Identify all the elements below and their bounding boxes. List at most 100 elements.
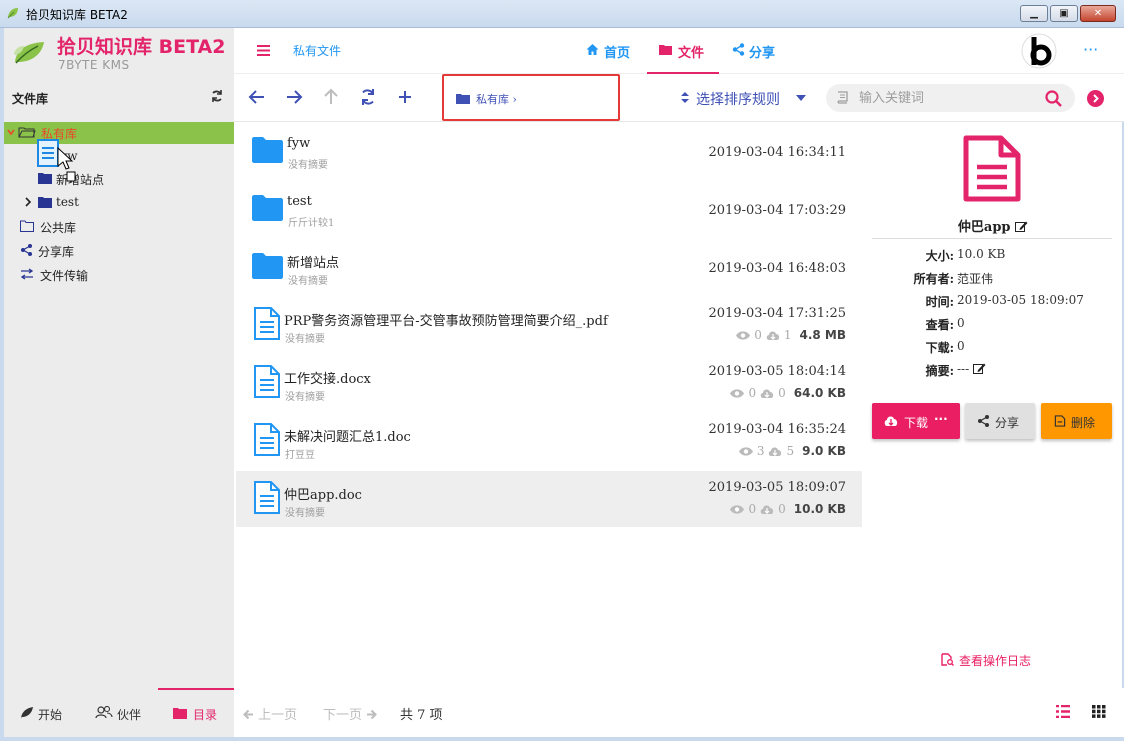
delete-button[interactable]: 删除 — [1041, 403, 1112, 439]
download-button[interactable]: 下载 ··· — [872, 403, 960, 439]
share-icon — [978, 415, 989, 427]
folder-icon — [38, 197, 52, 208]
refresh-tree-icon[interactable] — [210, 89, 224, 103]
file-summary: 打豆豆 — [285, 450, 315, 461]
brand-leaf-logo — [14, 42, 44, 64]
search-icon[interactable] — [1045, 90, 1062, 107]
tab-share[interactable]: 分享 — [732, 28, 784, 74]
users-icon — [95, 706, 113, 719]
next-circle-icon[interactable] — [1087, 90, 1104, 107]
tab-partners[interactable]: 伙伴 — [81, 688, 158, 737]
download-count: 0 — [778, 386, 786, 400]
chevron-down-icon — [796, 95, 806, 101]
eye-icon — [730, 388, 745, 398]
folder-open-icon — [18, 127, 36, 138]
page-title: 私有文件 — [293, 44, 342, 58]
detail-field-summary: 摘要: --- — [862, 362, 1124, 382]
grid-view-icon[interactable] — [1092, 705, 1106, 718]
cloud-download-icon — [769, 446, 782, 456]
menu-icon[interactable] — [257, 45, 270, 56]
share-button[interactable]: 分享 — [965, 403, 1035, 439]
file-row[interactable]: 未解决问题汇总1.doc 打豆豆 2019-03-04 16:35:24 3 5… — [236, 413, 862, 469]
tree-item-private-library[interactable]: 私有库 — [4, 122, 234, 144]
tab-share-label: 分享 — [749, 46, 776, 61]
cloud-download-icon — [766, 330, 779, 340]
file-search-icon — [941, 653, 954, 666]
view-count: 0 — [748, 386, 757, 400]
folder-outline-icon — [20, 220, 34, 232]
file-delete-icon — [1054, 415, 1066, 427]
tab-start[interactable]: 开始 — [4, 688, 81, 737]
edit-icon[interactable] — [1015, 220, 1028, 232]
search-input[interactable] — [859, 88, 1039, 108]
minimize-button[interactable]: ▁ — [1020, 5, 1048, 22]
folder-icon — [252, 253, 283, 279]
detail-field-downloads: 下载: 0 — [925, 339, 965, 355]
chevron-down-icon[interactable] — [6, 126, 16, 138]
share-icon — [21, 244, 32, 256]
next-page-button[interactable]: 下一页 — [323, 704, 378, 723]
tree-item-label: 公共库 — [40, 221, 77, 235]
download-more-icon[interactable]: ··· — [934, 412, 948, 426]
library-title: 文件库 — [12, 92, 49, 106]
file-toolbar: 私有库 › 选择排序规则 — [234, 74, 1124, 122]
folder-icon — [659, 45, 672, 55]
detail-field-views: 查看: 0 — [925, 316, 965, 332]
sort-select[interactable]: 选择排序规则 — [680, 87, 806, 109]
folder-icon — [38, 173, 52, 184]
forward-arrow-icon[interactable] — [285, 88, 303, 106]
file-summary: 没有摘要 — [288, 160, 328, 171]
sidebar: 拾贝知识库 BETA2 7BYTE KMS 文件库 私有库 fyw 新增站点 t… — [4, 28, 234, 737]
tab-files[interactable]: 文件 — [647, 28, 719, 74]
maximize-button[interactable]: ▣ — [1050, 5, 1078, 22]
sort-select-label: 选择排序规则 — [696, 92, 780, 108]
user-avatar[interactable] — [1021, 33, 1057, 69]
breadcrumb-item[interactable]: 私有库 › — [476, 91, 517, 107]
tab-directory[interactable]: 目录 — [158, 688, 234, 737]
file-row[interactable]: 工作交接.docx 没有摘要 2019-03-05 18:04:14 0 0 6… — [236, 355, 862, 411]
detail-title-text: 仲巴app — [957, 220, 1011, 235]
prev-page-button[interactable]: 上一页 — [243, 704, 297, 723]
file-summary: 没有摘要 — [285, 508, 325, 519]
file-summary: 没有摘要 — [285, 392, 325, 403]
file-size: 10.0 KB — [793, 502, 846, 516]
search-box — [826, 84, 1075, 112]
document-icon — [254, 307, 280, 340]
add-icon[interactable] — [396, 88, 414, 106]
more-options-icon[interactable]: ··· — [1083, 40, 1098, 59]
file-date: 2019-03-05 18:04:14 — [708, 364, 846, 379]
tab-start-label: 开始 — [38, 708, 63, 722]
document-icon — [254, 423, 280, 456]
back-arrow-icon[interactable] — [248, 88, 266, 106]
refresh-icon[interactable] — [359, 88, 377, 106]
document-large-icon — [963, 135, 1021, 202]
file-name: fyw — [287, 136, 311, 151]
tree-item-label: 私有库 — [41, 127, 78, 141]
file-row[interactable]: test 斤斤计较1 2019-03-04 17:03:29 — [236, 181, 862, 237]
file-date: 2019-03-04 17:03:29 — [708, 203, 846, 218]
file-stats: 0 0 10.0 KB — [730, 501, 846, 517]
next-page-label: 下一页 — [323, 708, 363, 723]
close-button[interactable]: ✕ — [1080, 5, 1116, 22]
window-titlebar: 拾贝知识库 BETA2 ▁ ▣ ✕ — [0, 0, 1124, 28]
file-row[interactable]: 新增站点 没有摘要 2019-03-04 16:48:03 — [236, 239, 862, 295]
arrow-right-icon — [367, 709, 378, 720]
file-row-selected[interactable]: 仲巴app.doc 没有摘要 2019-03-05 18:09:07 0 0 1… — [236, 471, 862, 527]
tab-home-label: 首页 — [604, 46, 631, 61]
file-stats: 0 0 64.0 KB — [730, 385, 846, 401]
chevron-right-icon[interactable] — [24, 196, 32, 208]
top-header: 私有文件 首页 文件 分享 ··· — [234, 28, 1124, 74]
cloud-download-icon — [760, 388, 774, 398]
file-row[interactable]: fyw 没有摘要 2019-03-04 16:34:11 — [236, 123, 862, 179]
edit-summary-icon[interactable] — [973, 362, 986, 374]
file-row[interactable]: PRP警务资源管理平台-交管事故预防管理简要介绍_.pdf 没有摘要 2019-… — [236, 297, 862, 353]
list-view-icon[interactable] — [1056, 705, 1070, 718]
sidebar-bottom-tabs: 开始 伙伴 目录 — [4, 688, 234, 737]
folder-icon — [173, 708, 187, 719]
file-name: 仲巴app.doc — [284, 488, 362, 503]
tab-home[interactable]: 首页 — [586, 28, 636, 74]
up-arrow-icon[interactable] — [322, 88, 340, 106]
window-title: 拾贝知识库 BETA2 — [26, 8, 128, 22]
tab-partners-label: 伙伴 — [117, 708, 142, 722]
file-name: PRP警务资源管理平台-交管事故预防管理简要介绍_.pdf — [284, 314, 608, 329]
